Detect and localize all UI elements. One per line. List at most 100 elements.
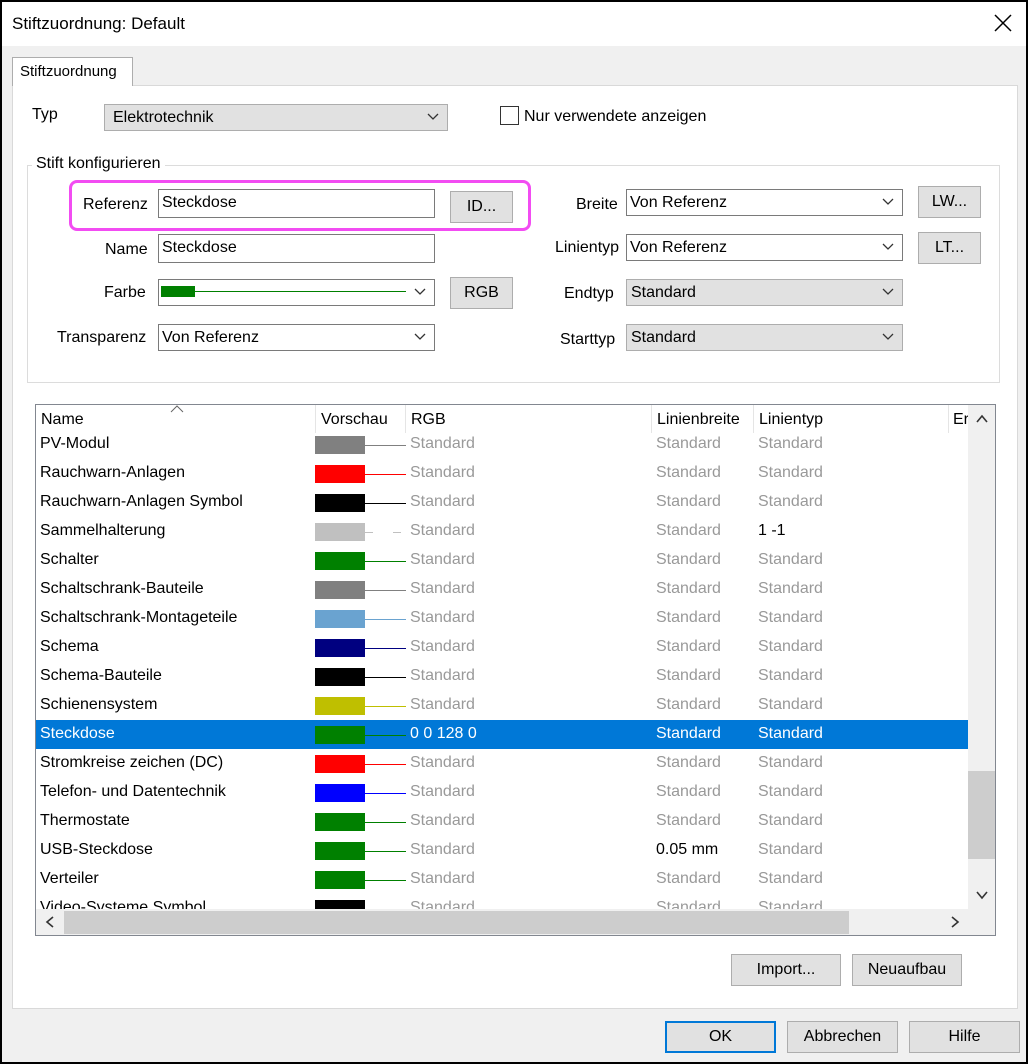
row-name: Schema-Bauteile (40, 667, 162, 684)
starttyp-select[interactable]: Standard (626, 324, 903, 351)
nur-verwendete-label[interactable]: Nur verwendete anzeigen (524, 108, 706, 126)
row-line-preview (365, 851, 406, 852)
typ-select[interactable]: Elektrotechnik (104, 104, 448, 131)
row-linewidth: Standard (656, 754, 721, 771)
table-row[interactable]: Stromkreise zeichen (DC) Standard Standard… (36, 749, 968, 778)
row-line-preview (365, 706, 406, 707)
row-line-preview (365, 880, 406, 881)
scroll-left-icon[interactable] (44, 916, 56, 928)
referenz-input[interactable]: Steckdose (158, 189, 435, 218)
table-row[interactable]: Rauchwarn-Anlagen Standard Standard Standar… (36, 459, 968, 488)
row-linetype: Standard (758, 812, 823, 829)
starttyp-label: Starttyp (560, 331, 616, 348)
color-preview (161, 286, 406, 297)
row-linewidth: Standard (656, 783, 721, 800)
table-row[interactable]: Sammelhalterung Standard Standard 1 -1 (36, 517, 968, 546)
row-color-swatch (315, 581, 365, 599)
endtyp-select[interactable]: Standard (626, 279, 903, 306)
table-row[interactable]: Steckdose 0 0 128 0 Standard Standard (36, 720, 968, 749)
transparenz-select[interactable]: Von Referenz (158, 324, 435, 351)
name-label: Name (105, 241, 148, 258)
table-row[interactable]: Thermostate Standard Standard Standard (36, 807, 968, 836)
chevron-down-icon (414, 333, 426, 340)
table-row[interactable]: Telefon- und Datentechnik Standard Standar… (36, 778, 968, 807)
row-rgb: Standard (410, 464, 475, 481)
title-bar: Stiftzuordnung: Default (2, 2, 1026, 46)
row-linewidth: Standard (656, 551, 721, 568)
column-header-endtyp[interactable]: Er (949, 405, 968, 433)
row-name: Rauchwarn-Anlagen Symbol (40, 493, 243, 510)
row-linewidth: Standard (656, 522, 721, 539)
column-header-vorschau[interactable]: Vorschau (316, 405, 406, 433)
column-header-linienbreite[interactable]: Linienbreite (652, 405, 754, 433)
hilfe-button[interactable]: Hilfe (909, 1021, 1020, 1053)
table-row[interactable]: USB-Steckdose Standard 0.05 mm Standard (36, 836, 968, 865)
column-header-linientyp[interactable]: Linientyp (754, 405, 948, 433)
table-row[interactable]: Schienensystem Standard Standard Standard (36, 691, 968, 720)
import-button[interactable]: Import... (731, 954, 841, 986)
row-line-preview (365, 764, 406, 765)
table-row[interactable]: Schema Standard Standard Standard (36, 633, 968, 662)
row-color-swatch (315, 494, 365, 512)
lt-button[interactable]: LT... (918, 232, 981, 264)
row-line-preview (365, 445, 406, 446)
row-color-swatch (315, 465, 365, 483)
linientyp-select[interactable]: Von Referenz (626, 234, 903, 261)
linientyp-value: Von Referenz (630, 239, 727, 256)
column-header-rgb[interactable]: RGB (406, 405, 652, 433)
row-rgb: Standard (410, 609, 475, 626)
breite-select[interactable]: Von Referenz (626, 189, 903, 216)
scroll-right-icon[interactable] (949, 916, 961, 928)
vertical-scrollbar-thumb[interactable] (968, 771, 995, 859)
referenz-value: Steckdose (162, 194, 237, 211)
row-linetype: Standard (758, 754, 823, 771)
sort-ascending-icon (170, 405, 184, 413)
row-color-swatch (315, 755, 365, 773)
horizontal-scrollbar-thumb[interactable] (64, 911, 849, 934)
table-row[interactable]: Schaltschrank-Montageteile Standard Standa… (36, 604, 968, 633)
row-linewidth: Standard (656, 667, 721, 684)
ok-button[interactable]: OK (665, 1021, 776, 1053)
chevron-down-icon (882, 288, 894, 295)
table-row[interactable]: Verteiler Standard Standard Standard (36, 865, 968, 894)
scrollbar-corner (968, 909, 995, 935)
row-linewidth: Standard (656, 812, 721, 829)
row-color-swatch (315, 639, 365, 657)
row-color-swatch (315, 610, 365, 628)
chevron-down-icon (882, 333, 894, 340)
row-linewidth: Standard (656, 580, 721, 597)
breite-value: Von Referenz (630, 194, 727, 211)
nur-verwendete-checkbox[interactable] (500, 106, 519, 125)
id-button[interactable]: ID... (450, 191, 513, 223)
row-linetype: Standard (758, 696, 823, 713)
row-linetype: Standard (758, 783, 823, 800)
name-input[interactable]: Steckdose (158, 234, 435, 263)
rgb-button[interactable]: RGB (450, 277, 513, 309)
referenz-label: Referenz (83, 196, 148, 213)
table-row[interactable]: Schalter Standard Standard Standard (36, 546, 968, 575)
row-color-swatch (315, 842, 365, 860)
table-row[interactable]: Schaltschrank-Bauteile Standard Standard St… (36, 575, 968, 604)
row-linetype: Standard (758, 638, 823, 655)
row-rgb: Standard (410, 493, 475, 510)
row-name: Schalter (40, 551, 99, 568)
row-name: Schaltschrank-Montageteile (40, 609, 238, 626)
row-name: Schienensystem (40, 696, 158, 713)
row-color-swatch (315, 668, 365, 686)
pen-list[interactable]: Name Vorschau RGB Linienbreite Linientyp… (35, 404, 996, 936)
table-row[interactable]: PV-Modul Standard Standard Standard (36, 430, 968, 459)
close-icon[interactable] (992, 12, 1014, 34)
row-rgb: Standard (410, 841, 475, 858)
lw-button[interactable]: LW... (918, 186, 981, 218)
neuaufbau-button[interactable]: Neuaufbau (852, 954, 962, 986)
abbrechen-button[interactable]: Abbrechen (787, 1021, 898, 1053)
tab-stiftzuordnung[interactable]: Stiftzuordnung (12, 57, 133, 86)
row-linetype: 1 -1 (758, 522, 786, 539)
row-name: Steckdose (40, 725, 115, 742)
table-row[interactable]: Rauchwarn-Anlagen Symbol Standard Standard… (36, 488, 968, 517)
row-linewidth: Standard (656, 870, 721, 887)
scroll-up-icon[interactable] (976, 413, 988, 425)
scroll-down-icon[interactable] (976, 889, 988, 901)
table-row[interactable]: Schema-Bauteile Standard Standard Standard (36, 662, 968, 691)
chevron-down-icon (882, 198, 894, 205)
